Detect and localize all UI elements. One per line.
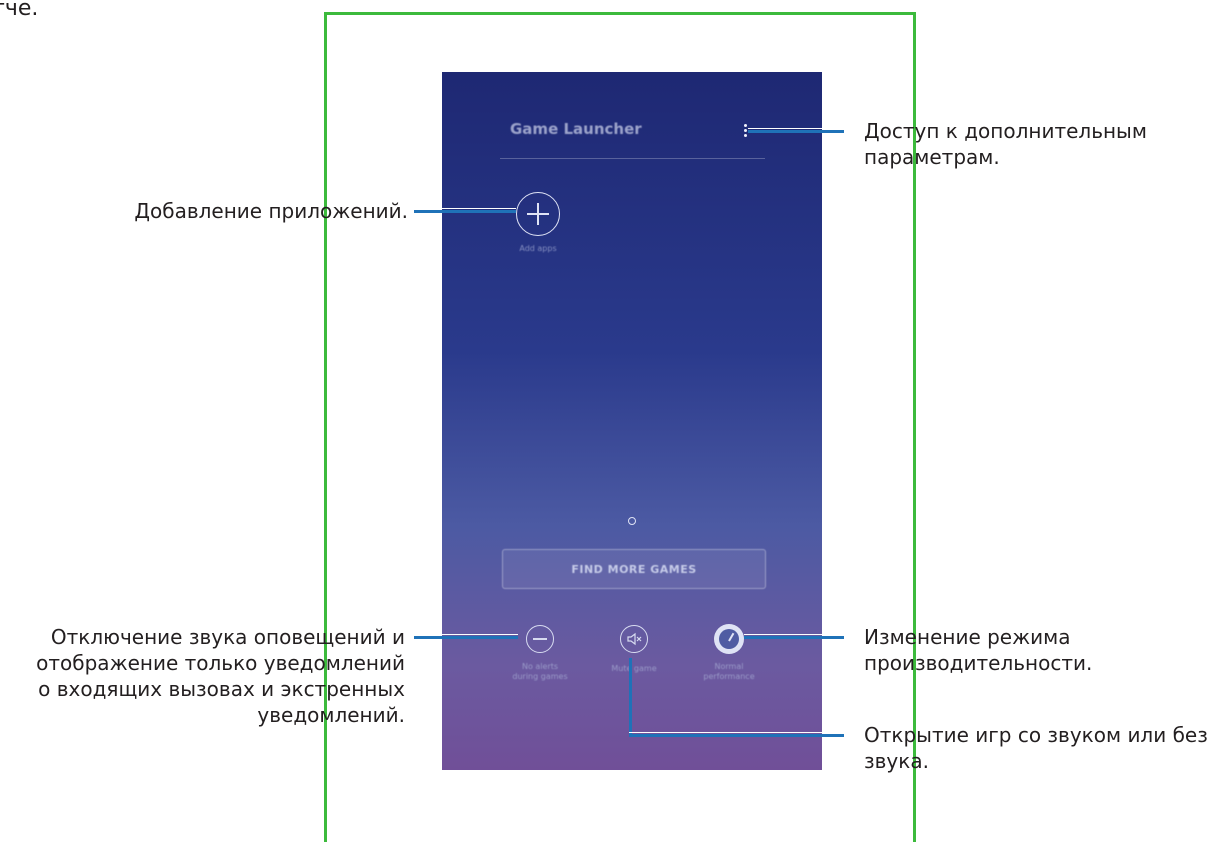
- performance-label-line1: Normal: [714, 662, 744, 671]
- add-apps-label: Add apps: [519, 244, 557, 253]
- callout-no-alerts: Отключение звука оповещений и отображени…: [20, 624, 405, 728]
- callout-line-no-alerts-highlight: [414, 634, 518, 635]
- callout-performance-line2: производительности.: [864, 651, 1093, 675]
- callout-line-mute-vertical: [629, 658, 632, 736]
- no-alerts-label-line2: during games: [512, 672, 568, 681]
- no-alerts-label-line1: No alerts: [521, 662, 559, 671]
- previous-page-fragment: тче.: [0, 0, 39, 21]
- performance-label-line2: performance: [703, 672, 755, 681]
- callout-performance: Изменение режима производительности.: [864, 624, 1092, 676]
- callout-performance-line1: Изменение режима: [864, 625, 1071, 649]
- performance-mode-icon[interactable]: [714, 624, 744, 654]
- callout-line-mute-highlight: [629, 732, 844, 733]
- callout-no-alerts-line3: о входящих вызовах и экстренных: [38, 677, 405, 701]
- callout-add-apps: Добавление приложений.: [134, 199, 408, 223]
- mute-game-label: Mute game: [611, 664, 657, 673]
- callout-mute-game: Открытие игр со звуком или без звука.: [864, 722, 1230, 774]
- callout-more-options: Доступ к дополнительным параметрам.: [864, 118, 1147, 170]
- performance-label: Normal performance: [686, 662, 772, 682]
- title-divider: [500, 158, 765, 159]
- app-title: Game Launcher: [510, 120, 642, 138]
- find-more-games-button[interactable]: FIND MORE GAMES: [502, 549, 766, 589]
- callout-line-more-options-highlight: [748, 128, 844, 129]
- callout-more-options-line2: параметрам.: [864, 145, 1000, 169]
- callout-line-no-alerts: [414, 636, 518, 639]
- callout-line-performance: [744, 636, 844, 639]
- callout-no-alerts-line1: Отключение звука оповещений и: [50, 625, 405, 649]
- add-apps-button[interactable]: [516, 192, 560, 236]
- no-alerts-icon[interactable]: [526, 625, 554, 653]
- callout-mute-game-line1: Открытие игр со звуком или без: [864, 723, 1208, 747]
- callout-more-options-line1: Доступ к дополнительным: [864, 119, 1147, 143]
- callout-line-more-options: [748, 130, 844, 133]
- page-indicator-dot: [628, 517, 636, 525]
- callout-no-alerts-line2: отображение только уведомлений: [36, 651, 405, 675]
- callout-mute-game-line2: звука.: [864, 749, 929, 773]
- callout-line-performance-highlight: [744, 634, 844, 635]
- no-alerts-label: No alerts during games: [498, 662, 582, 682]
- callout-line-mute-horizontal: [629, 734, 844, 737]
- callout-line-add-apps: [414, 210, 516, 213]
- phone-screen: Game Launcher Add apps FIND MORE GAMES N…: [442, 72, 822, 770]
- callout-no-alerts-line4: уведомлений.: [257, 703, 405, 727]
- mute-game-icon[interactable]: [620, 625, 648, 653]
- callout-line-add-apps-highlight: [414, 208, 516, 209]
